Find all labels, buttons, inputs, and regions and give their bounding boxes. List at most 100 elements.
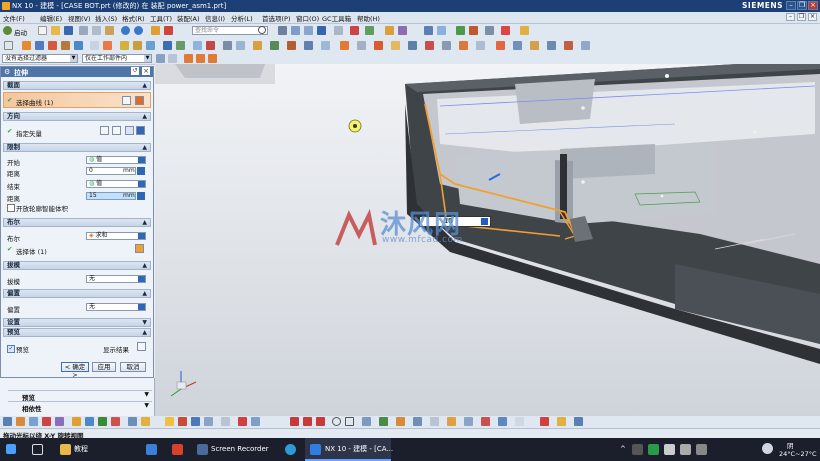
start-icon[interactable] [3,26,12,35]
bridge-icon[interactable] [430,417,439,426]
chevron-down-icon[interactable] [136,126,145,135]
formula-icon[interactable] [137,167,145,175]
folder-icon[interactable] [60,444,71,455]
orient-view-icon[interactable] [317,26,326,35]
taskbar-nx-item[interactable]: NX 10 - 建模 - [CA... [305,438,393,461]
reverse-direction-icon[interactable] [100,126,109,135]
menu-help[interactable]: 帮助(H) [357,13,380,23]
trim-icon[interactable] [178,417,187,426]
ellipse-icon[interactable] [141,417,150,426]
close-dialog-icon[interactable]: × [142,67,150,75]
search-icon[interactable] [258,26,266,34]
start-type-select[interactable]: ◍ 值 [86,156,146,164]
project-tool-icon[interactable] [396,417,405,426]
direction-header[interactable]: 方向 ▲ [3,112,151,121]
new-icon[interactable] [38,26,47,35]
menu-format[interactable]: 格式(R) [122,13,145,23]
sketch-section-icon[interactable] [122,96,131,105]
offset-header[interactable]: 偏置 ▲ [3,289,151,298]
curve-tool-icon[interactable] [379,417,388,426]
layer-icon[interactable] [365,26,374,35]
sketch-plane-icon[interactable] [4,41,13,50]
tube-icon[interactable] [581,41,590,50]
offset-select[interactable]: 无 [86,303,146,311]
type-filter-select[interactable]: 没有选择过滤器 ▼ [2,54,78,63]
square-tool-icon[interactable] [345,417,354,426]
undo-icon[interactable] [121,26,130,35]
dependencies-panel-row[interactable]: 相依性 ▼ [8,401,152,413]
graphics-viewport[interactable]: 15 沐风网 www.mfcad.com [155,64,820,416]
slot-icon[interactable] [564,41,573,50]
menu-tools[interactable]: 工具(T) [150,13,172,23]
block-icon[interactable] [74,41,83,50]
pattern-icon[interactable] [163,41,172,50]
deselect-icon[interactable] [168,54,177,63]
end-type-select[interactable]: ◍ 值 [86,180,146,188]
draft-icon[interactable] [270,41,279,50]
edit-feature-icon[interactable] [442,41,451,50]
polyline-icon[interactable] [362,417,371,426]
select-curve-row[interactable]: ✔ 选择曲线 (1) [3,92,151,108]
surface-icon[interactable] [321,41,330,50]
browser-icon[interactable] [285,444,296,455]
menu-gc-toolbox[interactable]: GC工具箱 [322,13,351,23]
circle-icon[interactable] [290,417,299,426]
selection-scope-select[interactable]: 仅在工作部件内 ▼ [82,54,152,63]
measure-icon[interactable] [385,26,394,35]
tray-chevron-icon[interactable]: ^ [620,445,626,453]
assembly-icon[interactable] [424,26,433,35]
render-style-icon[interactable] [334,26,343,35]
unite-icon[interactable] [90,41,99,50]
hole-icon[interactable] [48,41,57,50]
show-result-icon[interactable] [137,342,146,351]
gc-toolbox-icon[interactable] [520,26,529,35]
edge-blend-icon[interactable] [120,41,129,50]
feature-icon[interactable] [425,41,434,50]
snap-icon[interactable] [3,417,12,426]
sync-modeling-icon[interactable] [340,41,349,50]
section-view-icon[interactable] [350,26,359,35]
vector-dialog-icon[interactable] [112,126,121,135]
open-icon[interactable] [51,26,60,35]
vector-type-icon[interactable] [125,126,134,135]
doc-restore-icon[interactable]: ❐ [797,13,806,21]
mirror-icon[interactable] [176,41,185,50]
minimize-icon[interactable]: – [786,1,796,10]
snap-endpoint-icon[interactable] [184,54,193,63]
delete-face-icon[interactable] [408,41,417,50]
weather-icon[interactable] [762,443,773,454]
cut-icon[interactable] [79,26,88,35]
emboss-icon[interactable] [513,41,522,50]
command-finder-icon[interactable] [151,26,160,35]
tray-app-icon[interactable] [632,444,643,455]
snap-edge-icon[interactable] [557,417,566,426]
arc-icon[interactable] [85,417,94,426]
tray-volume-icon[interactable] [680,444,691,455]
extrude-icon[interactable] [22,41,31,50]
open-profile-checkbox[interactable] [7,204,15,212]
tray-battery-icon[interactable] [696,444,707,455]
rib-icon[interactable] [530,41,539,50]
section-header[interactable]: 截面 ▲ [3,81,151,90]
move-icon[interactable] [485,26,494,35]
select-all-icon[interactable] [156,54,165,63]
groove-icon[interactable] [547,41,556,50]
shell-icon[interactable] [146,41,155,50]
analysis-icon[interactable] [398,26,407,35]
paste-icon[interactable] [105,26,114,35]
boss-icon[interactable] [61,41,70,50]
rotate-icon[interactable] [304,26,313,35]
move-face-icon[interactable] [374,41,383,50]
spline-icon[interactable] [98,417,107,426]
body-select-icon[interactable] [135,244,144,253]
mirror-curve-icon[interactable] [221,417,230,426]
ok-button[interactable]: < 确定 > [61,362,89,379]
reset-icon[interactable]: ↺ [131,67,139,75]
vector-icon[interactable] [29,417,38,426]
menu-analysis[interactable]: 分析(L) [231,13,253,23]
taskbar-screen-recorder[interactable]: Screen Recorder [211,438,269,461]
offset-curve-icon[interactable] [204,417,213,426]
view-fit-icon[interactable] [278,26,287,35]
settings-header[interactable]: 设置 ▼ [3,318,151,327]
pull-face-icon[interactable] [391,41,400,50]
